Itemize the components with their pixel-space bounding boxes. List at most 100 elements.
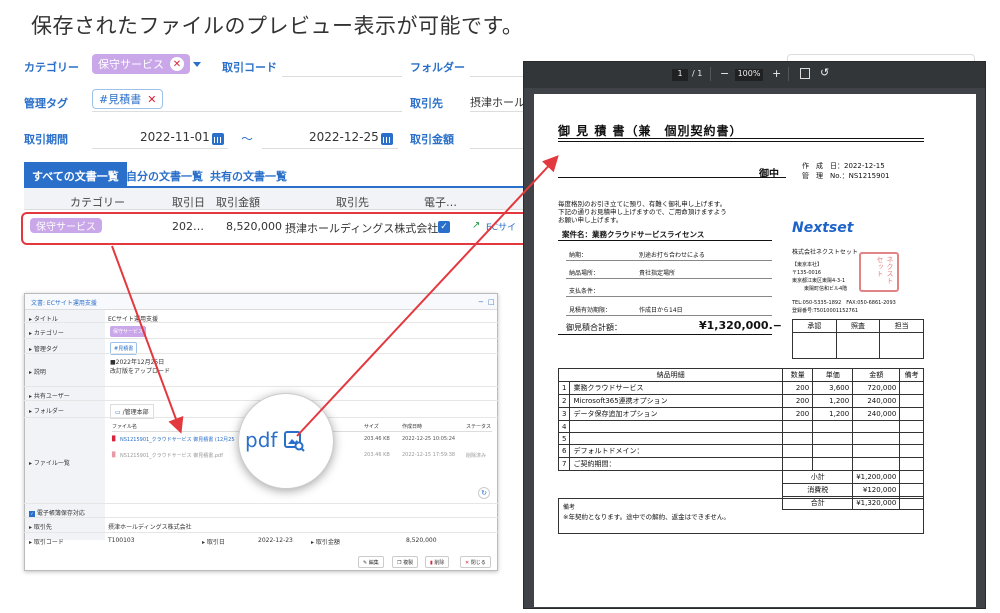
magnified-pdf-text: pdf bbox=[245, 428, 278, 452]
date-from-line bbox=[92, 148, 228, 149]
amount-label: 取引金額 bbox=[410, 133, 454, 146]
zoom-in-button[interactable]: + bbox=[772, 67, 781, 80]
dialog-amount-label: ▸ 取引金額 bbox=[311, 539, 340, 546]
divider bbox=[566, 278, 772, 279]
tab-all-documents[interactable]: すべての文書一覧 bbox=[24, 162, 127, 186]
valid-label: 見積有効期限： bbox=[569, 307, 612, 314]
image-preview-icon[interactable] bbox=[283, 430, 305, 452]
chip-remove-icon[interactable]: ✕ bbox=[170, 57, 184, 71]
company-name: 株式会社ネクストセット bbox=[792, 249, 858, 256]
column-header-partner[interactable]: 取引先 bbox=[336, 194, 369, 210]
page-caption: 保存されたファイルのプレビュー表示が可能です。 bbox=[31, 14, 524, 38]
dialog-code-label: ▸ 取引コード bbox=[29, 539, 64, 546]
dialog-share-label: ▸ 共有ユーザー bbox=[29, 393, 70, 400]
tag-chip[interactable]: #見積書 ✕ bbox=[92, 89, 164, 109]
date-from-input[interactable]: 2022-11-01 bbox=[140, 130, 210, 144]
trade-code-input[interactable] bbox=[282, 76, 402, 77]
file1-size: 203.46 KB bbox=[364, 436, 390, 442]
fit-page-icon[interactable] bbox=[800, 68, 810, 79]
external-link-icon[interactable]: ↗ bbox=[472, 220, 480, 231]
pdf-file-icon: ▉ bbox=[112, 452, 116, 458]
column-header-date[interactable]: 取引日 bbox=[172, 194, 205, 210]
dialog-date-value: 2022-12-23 bbox=[258, 537, 293, 544]
close-button[interactable]: ✕ 閉じる bbox=[460, 556, 491, 568]
company-seal: ネクストセット bbox=[859, 252, 899, 292]
category-chip[interactable]: 保守サービス ✕ bbox=[92, 54, 190, 74]
dialog-desc-line2: 改訂版をアップロード bbox=[110, 368, 171, 375]
zoom-out-button[interactable]: − bbox=[720, 67, 729, 80]
page-number-input[interactable]: 1 bbox=[672, 69, 688, 81]
partner-input[interactable]: 摂津ホール bbox=[470, 94, 525, 110]
row-amount: 8,520,000 bbox=[226, 220, 282, 233]
amount-input[interactable] bbox=[470, 148, 525, 149]
zoom-input[interactable]: 100% bbox=[735, 69, 763, 81]
folder-label: フォルダー bbox=[410, 61, 465, 74]
trade-code-label: 取引コード bbox=[222, 61, 277, 74]
dialog-title: 文書: ECサイト運用支援 bbox=[25, 294, 497, 310]
company-reg: 登録番号:T5010001152761 bbox=[792, 308, 859, 314]
tag-label: 管理タグ bbox=[24, 97, 68, 110]
table-row: 1 業務クラウドサービス 200 3,600 720,000 bbox=[557, 381, 924, 395]
pdf-file-icon: ▉ bbox=[112, 436, 116, 442]
note-label: 備考 bbox=[563, 504, 576, 511]
divider bbox=[566, 315, 772, 316]
dialog-category-label: ▸ カテゴリー bbox=[29, 330, 64, 337]
table-row: 3 データ保存追加オプション 200 1,200 240,000 bbox=[557, 407, 924, 421]
chip-remove-icon[interactable]: ✕ bbox=[147, 93, 156, 106]
company-addr-3: 東京都江東区東陽4-3-1 bbox=[792, 278, 846, 284]
dialog-folder-label: ▸ フォルダー bbox=[29, 408, 64, 415]
file1-link[interactable]: NS1215901_クラウドサービス 御見積書 (12月25 bbox=[120, 436, 235, 443]
refresh-icon[interactable]: ↻ bbox=[478, 487, 490, 499]
table-row: 2 Microsoft365連携オプション 200 1,200 240,000 bbox=[557, 394, 924, 408]
file2-name: NS1215901_クラウドサービス 御見積書.pdf bbox=[120, 453, 223, 459]
table-row: 5 bbox=[557, 432, 924, 445]
tab-my-documents[interactable]: 自分の文書一覧 bbox=[118, 162, 211, 186]
dialog-tag-label: ▸ 管理タグ bbox=[29, 346, 58, 353]
tab-shared-documents[interactable]: 共有の文書一覧 bbox=[202, 162, 295, 186]
maximize-icon[interactable]: □ bbox=[488, 298, 495, 306]
divider bbox=[24, 322, 498, 323]
edit-button[interactable]: ✎ 編集 bbox=[358, 556, 384, 568]
date-to-input[interactable]: 2022-12-25 bbox=[309, 130, 379, 144]
period-label: 取引期間 bbox=[24, 133, 68, 146]
folder-input[interactable] bbox=[470, 76, 525, 77]
duplicate-button[interactable]: ❐ 複製 bbox=[392, 556, 419, 568]
divider bbox=[710, 67, 711, 81]
company-logo: Nextset bbox=[792, 220, 854, 236]
column-header-category[interactable]: カテゴリー bbox=[70, 194, 125, 210]
divider bbox=[24, 532, 498, 533]
calendar-icon[interactable] bbox=[212, 133, 224, 145]
dialog-partner-label: ▸ 取引先 bbox=[29, 524, 52, 531]
divider bbox=[566, 260, 772, 261]
divider bbox=[24, 353, 498, 354]
project-rule bbox=[558, 240, 772, 241]
title-rule bbox=[558, 141, 924, 142]
dialog-amount-value: 8,520,000 bbox=[406, 537, 437, 544]
column-header-amount[interactable]: 取引金額 bbox=[216, 194, 260, 210]
dialog-desc-line1: ■2022年12月25日 bbox=[110, 359, 165, 366]
dialog-desc-label: ▸ 説明 bbox=[29, 369, 46, 376]
rotate-icon[interactable]: ↺ bbox=[820, 66, 829, 79]
to-rule bbox=[558, 177, 786, 178]
doc-title: 御 見 積 書（兼 個別契約書） bbox=[558, 124, 743, 138]
partner-label: 取引先 bbox=[410, 97, 443, 110]
dialog-files-label: ▸ ファイル一覧 bbox=[29, 460, 70, 467]
ebook-checkbox[interactable]: ✓ bbox=[438, 221, 450, 233]
calendar-icon[interactable] bbox=[381, 133, 393, 145]
table-row: 4 bbox=[557, 420, 924, 433]
pdf-page: 御 見 積 書（兼 個別契約書） 御中 作 成 日：2022-12-15 管 理… bbox=[534, 94, 976, 607]
file2-status: 削除済み bbox=[466, 453, 487, 459]
date-separator: 〜 bbox=[241, 132, 254, 146]
pdf-toolbar: 1 / 1 − 100% + ↺ bbox=[524, 62, 985, 88]
dialog-ebook-checkbox[interactable]: ✓ 電子帳簿保存対応 bbox=[29, 508, 85, 517]
minimize-icon[interactable]: − bbox=[478, 298, 484, 306]
company-addr-2: 〒135-0016 bbox=[792, 270, 822, 276]
chevron-down-icon[interactable] bbox=[193, 62, 201, 67]
tag-input-line bbox=[92, 111, 402, 112]
total-value: ¥1,320,000.− bbox=[699, 319, 782, 332]
valid-value: 作成日から14日 bbox=[639, 307, 683, 314]
row-title-link[interactable]: ECサイ bbox=[486, 220, 516, 233]
delete-button[interactable]: ▮ 削除 bbox=[425, 556, 450, 568]
file1-date: 2022-12-25 10:05:24 bbox=[402, 436, 456, 442]
column-header-ebook[interactable]: 電子… bbox=[424, 194, 457, 210]
